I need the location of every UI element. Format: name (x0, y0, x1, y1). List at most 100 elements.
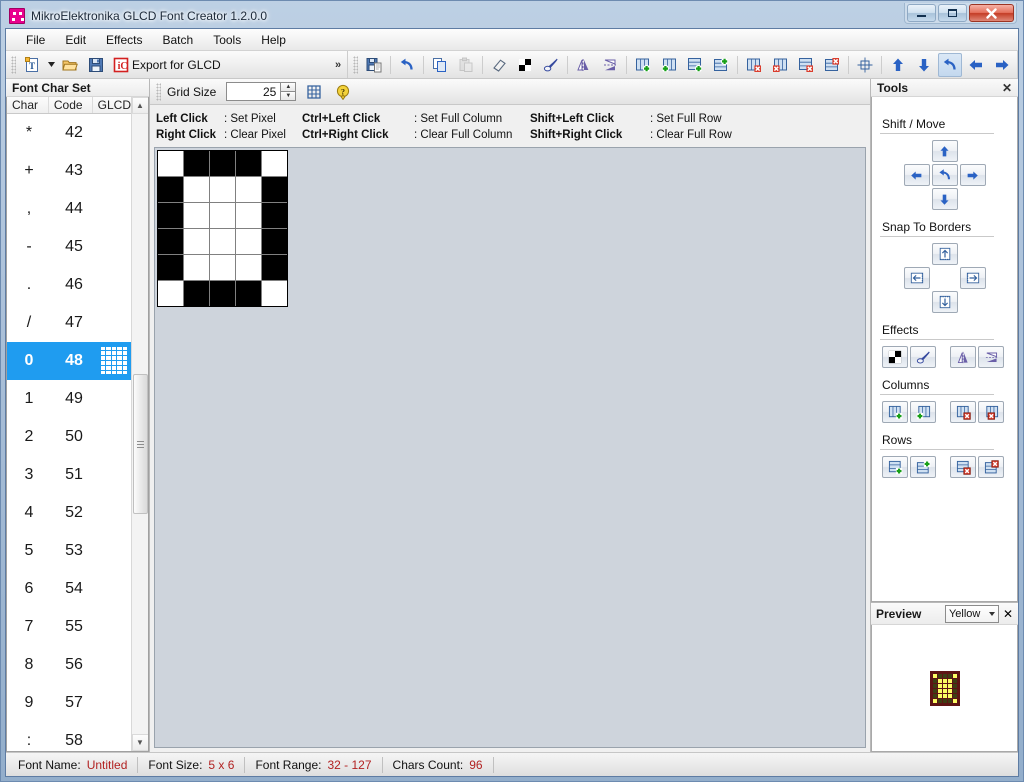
pixel-cell[interactable] (184, 177, 209, 202)
column-header-code[interactable]: Code (49, 97, 93, 113)
pixel-cell[interactable] (210, 151, 235, 176)
snap-bottom-button[interactable] (932, 291, 958, 313)
new-font-dropdown[interactable] (46, 53, 56, 77)
char-set-row[interactable]: 957 (7, 684, 131, 722)
scroll-down-button[interactable]: ▼ (132, 734, 149, 751)
pixel-cell[interactable] (184, 229, 209, 254)
column-header-glcd[interactable]: GLCD (93, 97, 131, 113)
char-set-row[interactable]: 351 (7, 456, 131, 494)
grid-size-spin-buttons[interactable]: ▲ ▼ (280, 82, 296, 101)
shift-up-button[interactable] (886, 53, 910, 77)
grid-size-increment[interactable]: ▲ (280, 82, 296, 91)
pixel-cell[interactable] (236, 281, 261, 306)
pixel-cell[interactable] (210, 255, 235, 280)
fill-button[interactable] (539, 53, 563, 77)
toolbar-grip[interactable] (11, 56, 16, 74)
pixel-cell[interactable] (158, 281, 183, 306)
snap-top-button[interactable] (932, 243, 958, 265)
column-header-char[interactable]: Char (7, 97, 49, 113)
clear-button[interactable] (487, 53, 511, 77)
pixel-cell[interactable] (236, 203, 261, 228)
pixel-cell[interactable] (210, 229, 235, 254)
add-row-bottom-button[interactable] (910, 456, 936, 478)
pixel-cell[interactable] (184, 203, 209, 228)
menu-edit[interactable]: Edit (55, 30, 96, 50)
char-set-row[interactable]: 654 (7, 570, 131, 608)
char-set-rows[interactable]: *42+43,44-45.46/470481492503514525536547… (7, 114, 131, 751)
pixel-cell[interactable] (262, 229, 287, 254)
pixel-cell[interactable] (158, 151, 183, 176)
char-set-row[interactable]: 048 (7, 342, 131, 380)
undo-button[interactable] (395, 53, 419, 77)
insert-row-bottom-button[interactable] (709, 53, 733, 77)
menu-effects[interactable]: Effects (96, 30, 152, 50)
char-set-row[interactable]: 856 (7, 646, 131, 684)
pixel-cell[interactable] (262, 203, 287, 228)
shift-down-button[interactable] (912, 53, 936, 77)
pixel-cell[interactable] (184, 281, 209, 306)
insert-column-right-button[interactable] (657, 53, 681, 77)
rotate-reset-button[interactable] (932, 164, 958, 186)
grid-size-decrement[interactable]: ▼ (280, 91, 296, 101)
char-set-row[interactable]: +43 (7, 152, 131, 190)
pixel-cell[interactable] (184, 151, 209, 176)
invert-button[interactable] (882, 346, 908, 368)
scroll-track[interactable] (132, 114, 149, 734)
mirror-horizontal-button[interactable] (572, 53, 596, 77)
pixel-cell[interactable] (236, 255, 261, 280)
menu-batch[interactable]: Batch (153, 30, 204, 50)
snap-left-button[interactable] (904, 267, 930, 289)
pixel-cell[interactable] (210, 203, 235, 228)
menu-tools[interactable]: Tools (203, 30, 251, 50)
pixel-cell[interactable] (236, 177, 261, 202)
grid-size-stepper[interactable]: ▲ ▼ (226, 82, 296, 101)
pixel-cell[interactable] (236, 229, 261, 254)
close-button[interactable] (969, 4, 1014, 22)
minimize-button[interactable] (907, 4, 936, 22)
pixel-cell[interactable] (236, 151, 261, 176)
char-set-row[interactable]: 553 (7, 532, 131, 570)
fill-button[interactable] (910, 346, 936, 368)
shift-right-button[interactable] (990, 53, 1014, 77)
add-column-right-button[interactable] (910, 401, 936, 423)
insert-column-left-button[interactable] (631, 53, 655, 77)
delete-row-bottom-button[interactable] (820, 53, 844, 77)
snap-to-borders-button[interactable] (853, 53, 877, 77)
shift-left-button[interactable] (904, 164, 930, 186)
preview-color-select[interactable]: Yellow (945, 605, 999, 623)
char-set-row[interactable]: *42 (7, 114, 131, 152)
copy-button[interactable] (428, 53, 452, 77)
char-set-row[interactable]: -45 (7, 228, 131, 266)
save-font-button[interactable] (84, 53, 108, 77)
add-column-left-button[interactable] (882, 401, 908, 423)
shift-up-button[interactable] (932, 140, 958, 162)
invert-button[interactable] (513, 53, 537, 77)
toolbar-overflow-button[interactable]: » (331, 59, 345, 71)
delete-column-right-button[interactable] (978, 401, 1004, 423)
char-set-row[interactable]: /47 (7, 304, 131, 342)
toolbar-grip-2[interactable] (353, 56, 358, 74)
shift-down-button[interactable] (932, 188, 958, 210)
export-for-glcd-button[interactable]: iC Export for GLCD (110, 53, 230, 77)
tools-close-button[interactable]: ✕ (1002, 81, 1012, 95)
delete-column-right-button[interactable] (768, 53, 792, 77)
delete-row-top-button[interactable] (950, 456, 976, 478)
shift-left-button[interactable] (964, 53, 988, 77)
grid-toolbar-grip[interactable] (156, 83, 161, 101)
pixel-cell[interactable] (262, 177, 287, 202)
shift-right-button[interactable] (960, 164, 986, 186)
pixel-cell[interactable] (262, 255, 287, 280)
new-font-button[interactable]: T (20, 53, 44, 77)
menu-help[interactable]: Help (251, 30, 296, 50)
save-as-button[interactable] (362, 53, 386, 77)
mirror-vertical-button[interactable] (978, 346, 1004, 368)
paste-button[interactable] (454, 53, 478, 77)
preview-close-button[interactable]: ✕ (1003, 607, 1013, 621)
char-set-row[interactable]: .46 (7, 266, 131, 304)
snap-right-button[interactable] (960, 267, 986, 289)
scroll-thumb[interactable] (133, 374, 148, 514)
delete-column-left-button[interactable] (950, 401, 976, 423)
add-row-top-button[interactable] (882, 456, 908, 478)
pixel-cell[interactable] (262, 151, 287, 176)
maximize-button[interactable] (938, 4, 967, 22)
